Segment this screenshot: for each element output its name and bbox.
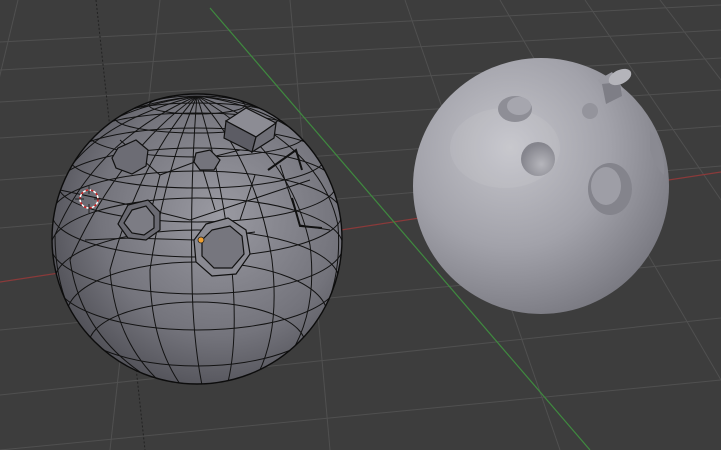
3d-viewport[interactable] [0,0,721,450]
crater-icon-4 [582,103,598,119]
crater-icon-2 [521,142,555,176]
object-origin-icon[interactable] [197,236,205,244]
crater-icon-3 [588,163,632,215]
viewport-canvas[interactable] [0,0,721,450]
smooth-sphere[interactable] [413,58,669,314]
wireframe-sphere[interactable] [51,93,343,386]
crater-icon-1 [498,96,532,122]
